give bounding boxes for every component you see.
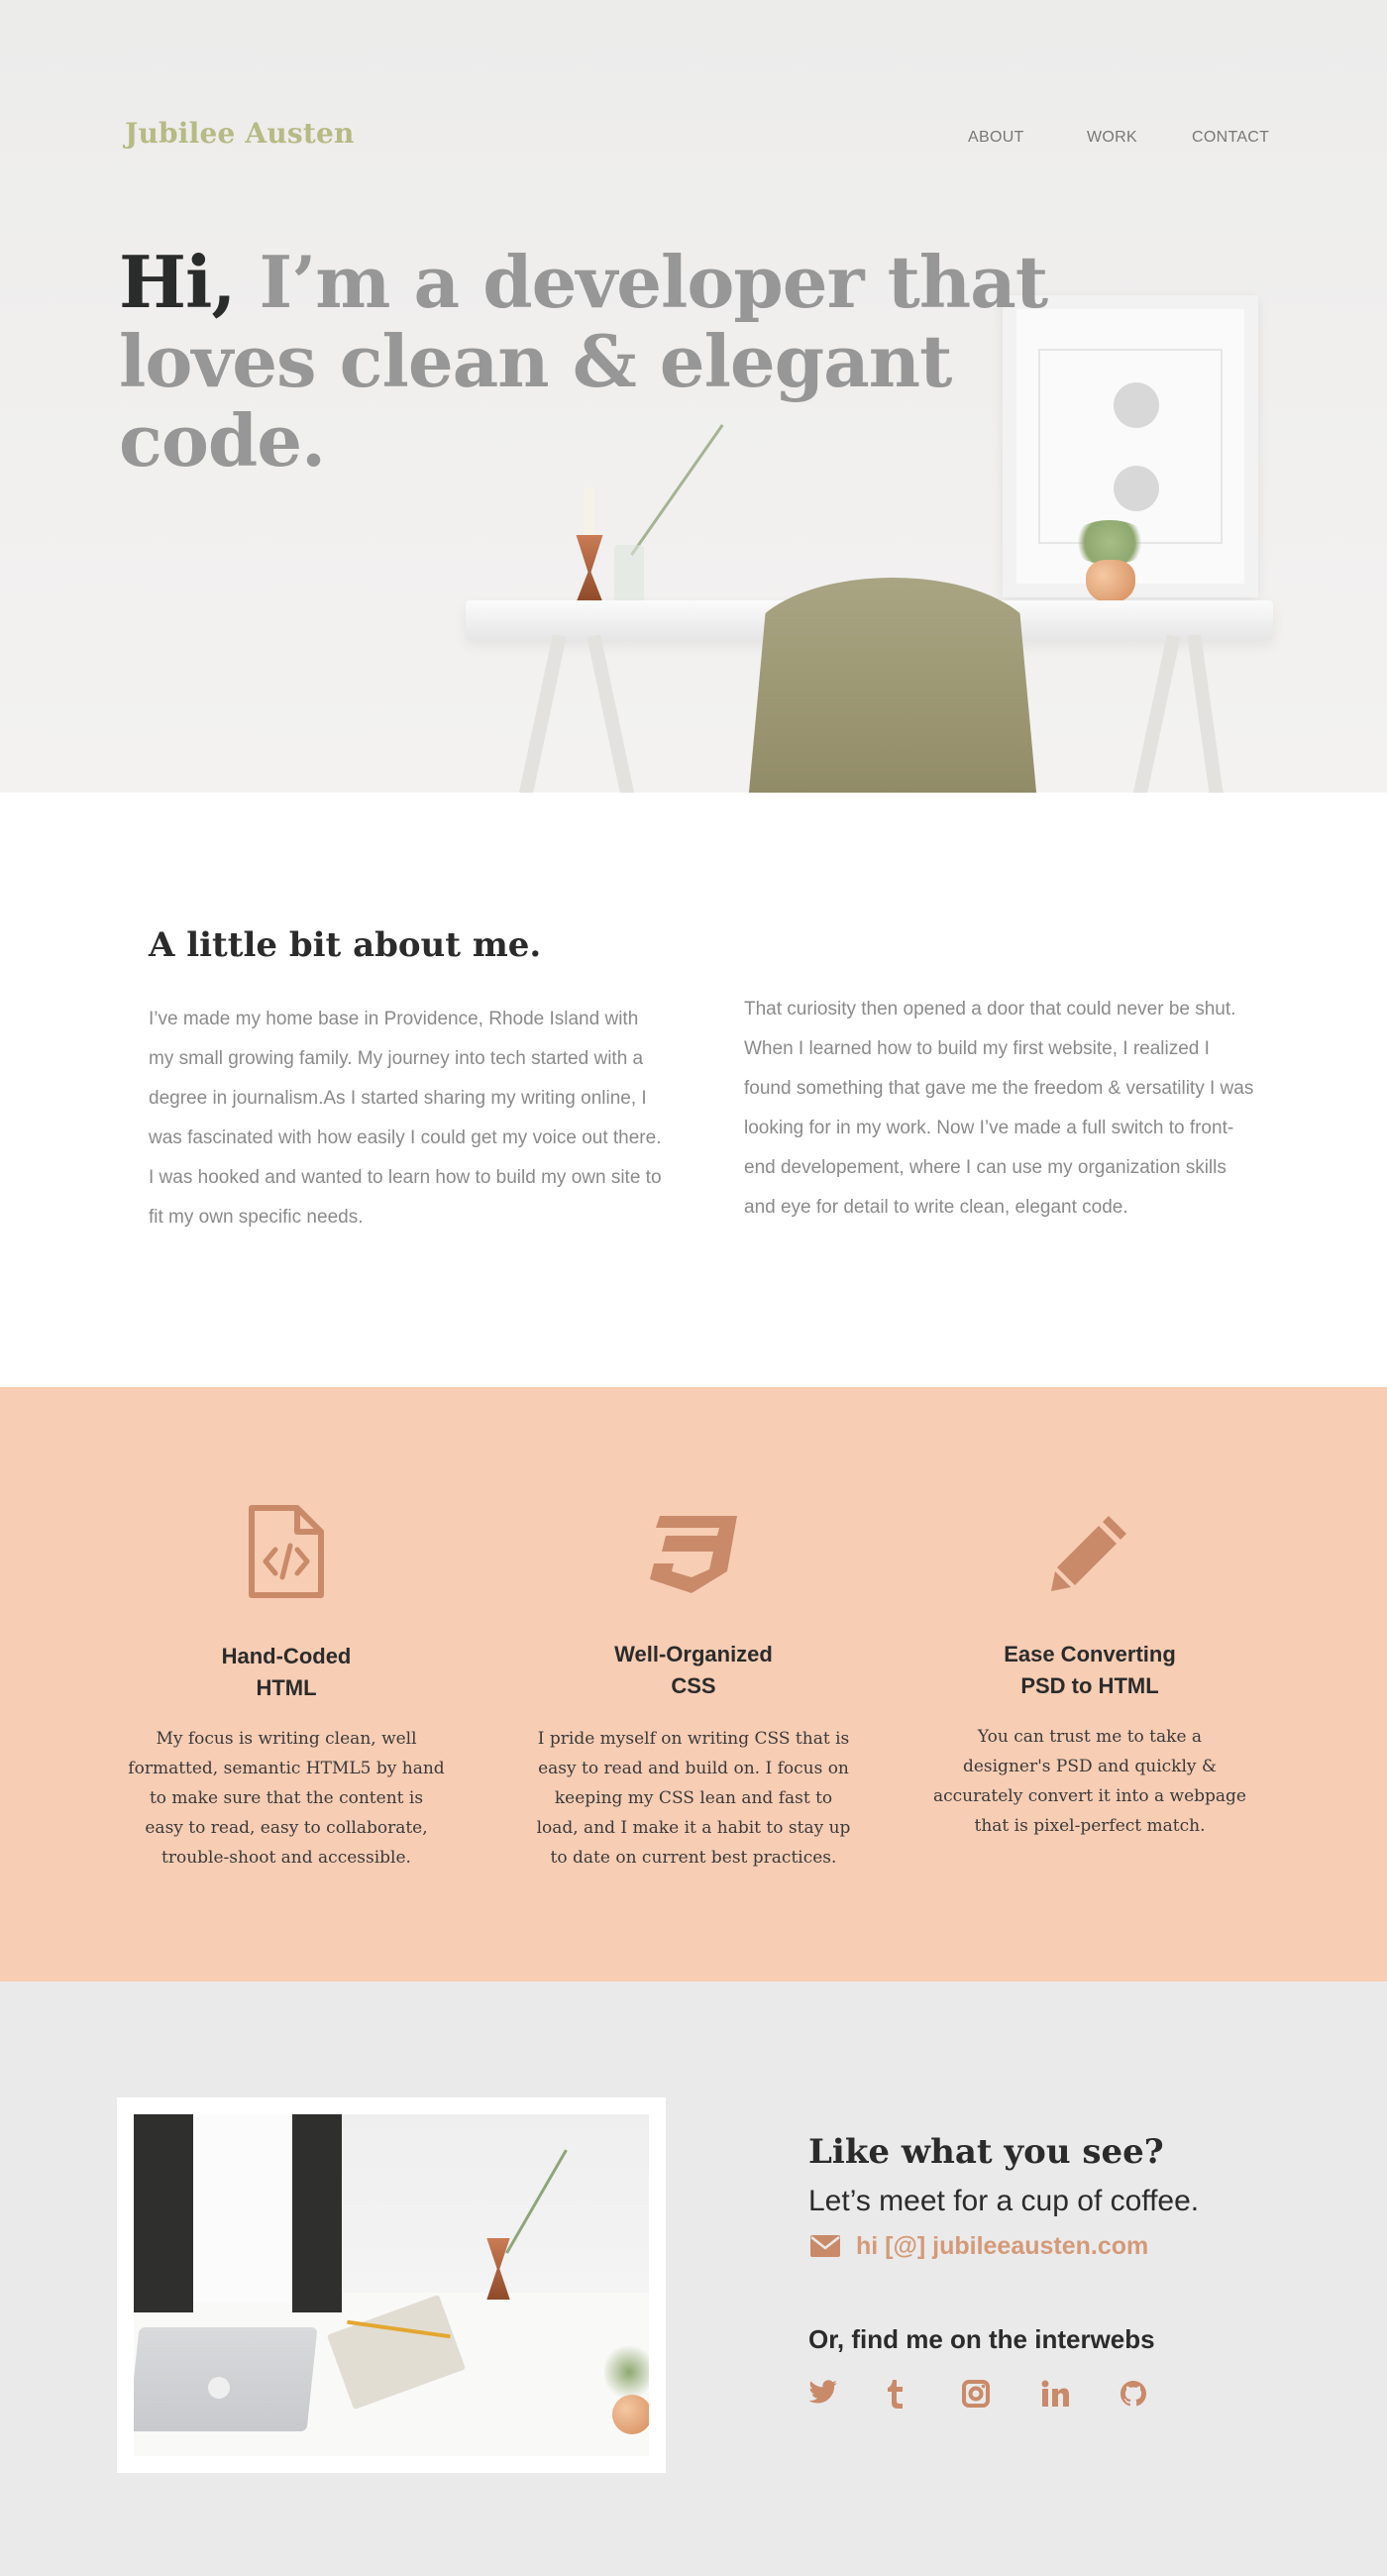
contact-subtitle: Let’s meet for a cup of coffee. bbox=[808, 2185, 1200, 2217]
skill-title-line1: Well-Organized bbox=[614, 1642, 773, 1666]
about-title: A little bit about me. bbox=[149, 925, 542, 965]
copper-pot-image bbox=[1086, 560, 1135, 603]
nav-work-link[interactable]: WORK bbox=[1087, 129, 1137, 147]
skill-title-line2: HTML bbox=[256, 1675, 317, 1700]
envelope-icon bbox=[810, 2235, 840, 2257]
skills-section: Hand-Coded HTML My focus is writing clean… bbox=[0, 1387, 1387, 1982]
about-paragraph-2: That curiosity then opened a door that c… bbox=[744, 999, 1254, 1218]
skill-title-line1: Hand-Coded bbox=[221, 1644, 352, 1668]
skill-title: Ease Converting PSD to HTML bbox=[921, 1639, 1258, 1702]
contact-photo-frame bbox=[117, 2097, 666, 2473]
skill-text: My focus is writing clean, well formatte… bbox=[128, 1729, 445, 1868]
skill-text: You can trust me to take a designer's PS… bbox=[933, 1727, 1246, 1836]
chair-image bbox=[745, 578, 1040, 793]
about-paragraph-1: I’ve made my home base in Providence, Rh… bbox=[149, 1009, 662, 1228]
desk-leg bbox=[1187, 633, 1225, 793]
hero-greeting: Hi, bbox=[119, 240, 236, 324]
tumblr-icon[interactable] bbox=[886, 2380, 917, 2412]
hero-headline-text: I’m a developer that loves clean & elega… bbox=[119, 240, 1048, 483]
skill-title-line1: Ease Converting bbox=[1004, 1642, 1176, 1666]
plant-image bbox=[1070, 520, 1149, 565]
linkedin-icon[interactable] bbox=[1041, 2380, 1073, 2412]
skill-title-line2: CSS bbox=[671, 1673, 716, 1698]
pencil-icon bbox=[1049, 1512, 1130, 1598]
skill-text: I pride myself on writing CSS that is ea… bbox=[536, 1729, 851, 1868]
contact-section: Like what you see? Let’s meet for a cup … bbox=[0, 1982, 1387, 2576]
workspace-photo bbox=[134, 2114, 649, 2456]
candle-image bbox=[585, 487, 594, 535]
desk-leg bbox=[1131, 634, 1181, 793]
skill-title-line2: PSD to HTML bbox=[1020, 1673, 1159, 1698]
desk-leg bbox=[587, 634, 636, 793]
css3-icon bbox=[648, 1514, 739, 1600]
skill-title: Hand-Coded HTML bbox=[118, 1641, 455, 1704]
desk-leg bbox=[517, 634, 567, 793]
candle-holder-image bbox=[576, 535, 603, 602]
hero-headline: Hi, I’m a developer that loves clean & e… bbox=[119, 243, 1110, 481]
skill-title: Well-Organized CSS bbox=[525, 1639, 862, 1702]
email-link[interactable]: hi [@] jubileeausten.com bbox=[856, 2232, 1148, 2261]
social-heading: Or, find me on the interwebs bbox=[808, 2324, 1155, 2354]
email-row: hi [@] jubileeausten.com bbox=[810, 2231, 1148, 2261]
glass-vase-image bbox=[614, 545, 644, 602]
twitter-icon[interactable] bbox=[808, 2380, 840, 2412]
github-icon[interactable] bbox=[1120, 2380, 1151, 2412]
nav-contact-link[interactable]: CONTACT bbox=[1192, 129, 1269, 147]
main-nav: ABOUT WORK CONTACT bbox=[0, 129, 1387, 151]
contact-title: Like what you see? bbox=[808, 2132, 1164, 2172]
instagram-icon[interactable] bbox=[962, 2380, 994, 2412]
file-code-icon bbox=[246, 1504, 327, 1604]
nav-about-link[interactable]: ABOUT bbox=[968, 129, 1024, 147]
hero-section: Jubilee Austen ABOUT WORK CONTACT Hi, I’… bbox=[0, 0, 1387, 793]
about-section: A little bit about me. I’ve made my home… bbox=[0, 793, 1387, 1387]
